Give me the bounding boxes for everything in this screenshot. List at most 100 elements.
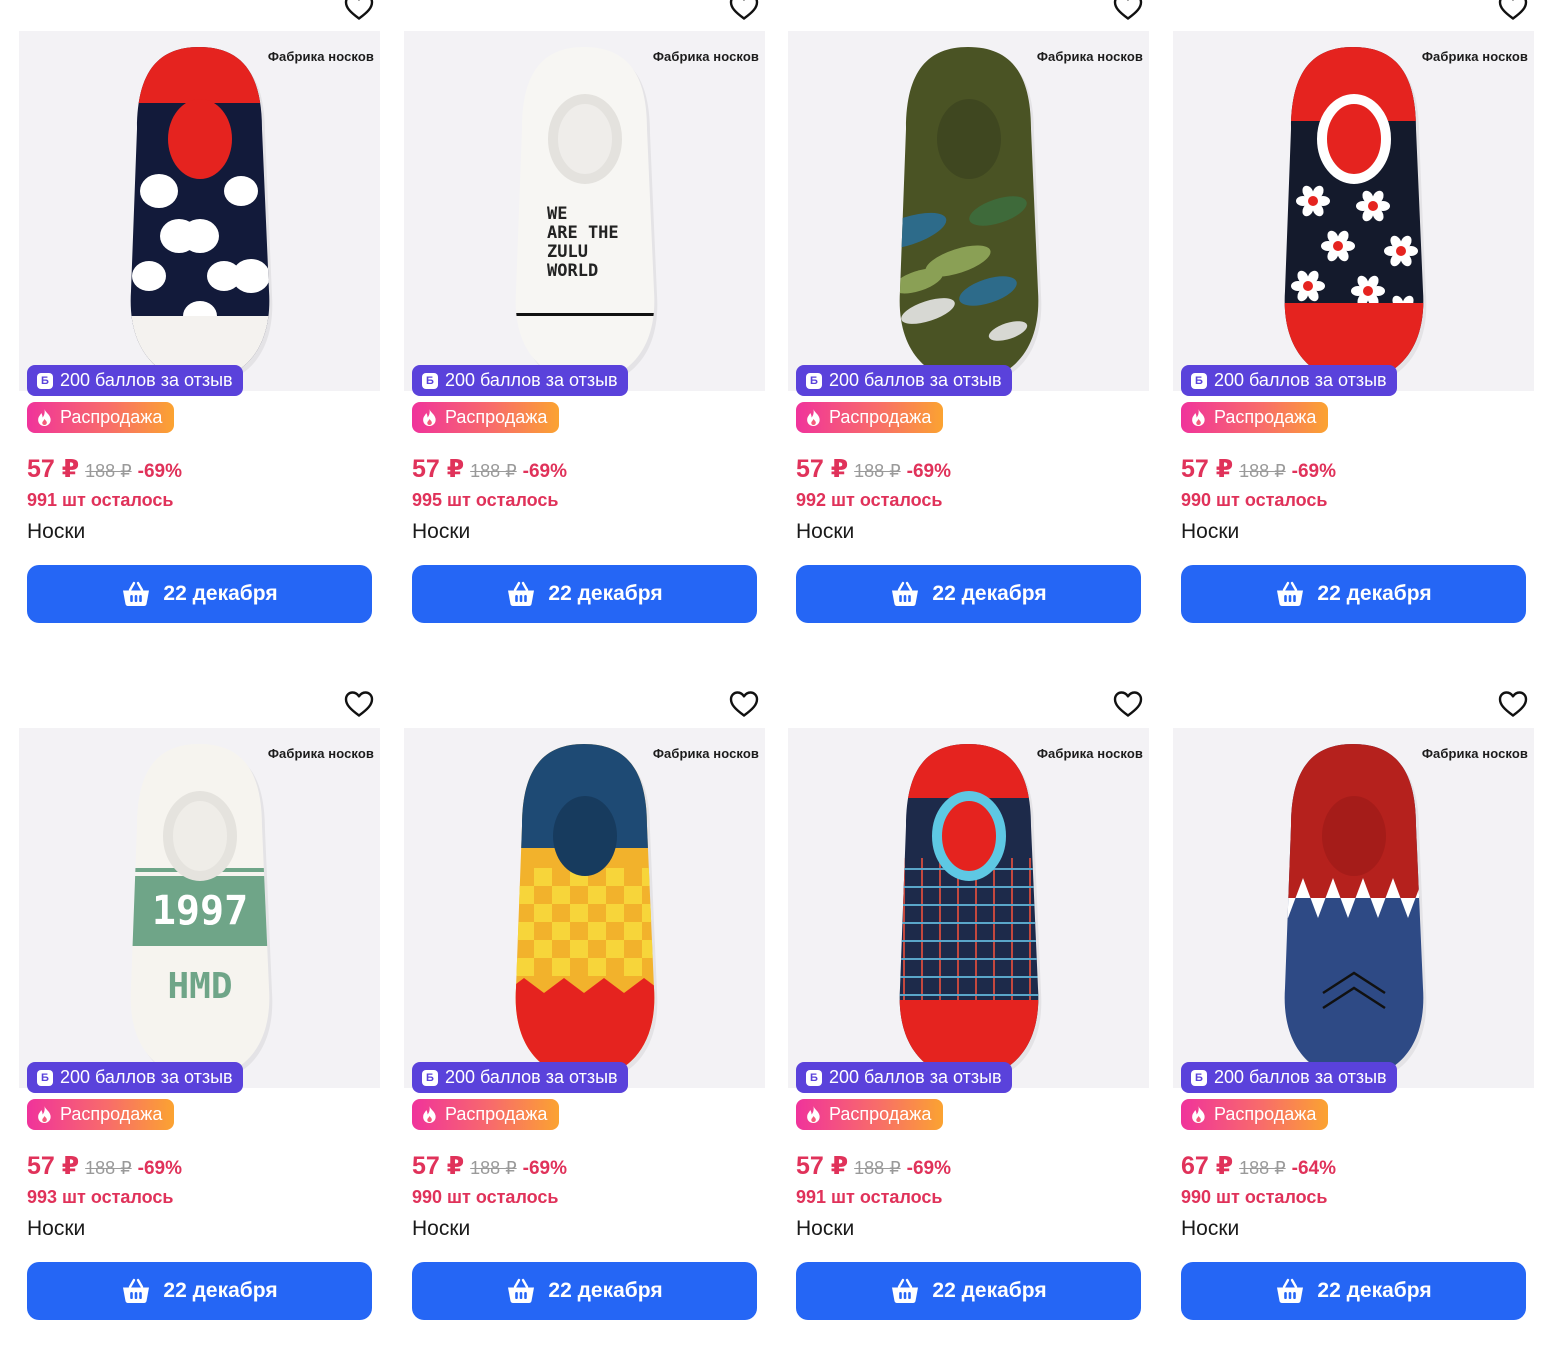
- b-coin-icon: Б: [422, 372, 438, 389]
- product-title[interactable]: Носки: [27, 1217, 85, 1241]
- brand-watermark: Фабрика носков: [267, 746, 374, 761]
- stock-left: 991 шт осталось: [796, 1187, 943, 1207]
- product-image[interactable]: Фабрика носков: [404, 728, 765, 1088]
- product-image[interactable]: Фабрика носков: [1173, 728, 1534, 1088]
- old-price: 188 ₽: [470, 461, 517, 481]
- sale-badge: Распродажа: [1181, 1099, 1329, 1130]
- sock-print-text: ZULU: [547, 242, 588, 262]
- add-to-cart-button[interactable]: 22 декабря: [412, 1262, 757, 1320]
- sock-image: WEARE THEZULUWORLD: [515, 47, 658, 385]
- fire-icon: [807, 1106, 820, 1123]
- sale-label: Распродажа: [1214, 407, 1317, 427]
- heart-icon[interactable]: [1112, 0, 1144, 23]
- discount: -69%: [522, 461, 568, 482]
- fire-icon: [38, 1106, 51, 1123]
- brand-watermark: Фабрика носков: [1421, 49, 1528, 64]
- basket-icon: [892, 581, 919, 606]
- bonus-badge: Б 200 баллов за отзыв: [796, 365, 1012, 396]
- basket-icon: [1277, 1278, 1304, 1303]
- delivery-date: 22 декабря: [163, 582, 278, 605]
- add-to-cart-button[interactable]: 22 декабря: [1181, 1262, 1526, 1320]
- product-title[interactable]: Носки: [796, 1217, 854, 1241]
- old-price: 188 ₽: [85, 1158, 132, 1178]
- fire-icon: [1192, 409, 1205, 426]
- price-row: 67 ₽ 188 ₽ -64%: [1181, 1151, 1336, 1181]
- b-coin-icon: Б: [806, 372, 822, 389]
- sock-image: [1284, 744, 1427, 1082]
- fire-icon: [1192, 1106, 1205, 1123]
- current-price: 57 ₽: [1181, 455, 1234, 483]
- product-image[interactable]: Фабрика носков: [1173, 31, 1534, 391]
- sock-image: [130, 47, 273, 385]
- product-image[interactable]: WE ARE THE ZULU WORLD Фабрика носков: [404, 31, 765, 391]
- product-image[interactable]: Фабрика носков: [788, 31, 1149, 391]
- basket-icon: [123, 581, 150, 606]
- sock-image: [515, 744, 658, 1082]
- product-title[interactable]: Носки: [1181, 520, 1239, 544]
- sale-badge: Распродажа: [412, 402, 560, 433]
- stock-left: 992 шт осталось: [796, 490, 943, 510]
- heart-icon[interactable]: [728, 0, 760, 23]
- sock-image: [899, 47, 1042, 385]
- heart-icon[interactable]: [1112, 688, 1144, 720]
- add-to-cart-button[interactable]: 22 декабря: [796, 1262, 1141, 1320]
- stock-left: 990 шт осталось: [1181, 490, 1328, 510]
- current-price: 57 ₽: [412, 455, 465, 483]
- sale-label: Распродажа: [829, 407, 932, 427]
- delivery-date: 22 декабря: [548, 1279, 663, 1302]
- discount: -69%: [1291, 461, 1337, 482]
- discount: -69%: [906, 461, 952, 482]
- bonus-label: 200 баллов за отзыв: [829, 1067, 1002, 1087]
- delivery-date: 22 декабря: [932, 582, 1047, 605]
- delivery-date: 22 декабря: [932, 1279, 1047, 1302]
- product-image[interactable]: Фабрика носков: [19, 31, 380, 391]
- product-image[interactable]: Фабрика носков: [788, 728, 1149, 1088]
- heart-icon[interactable]: [343, 0, 375, 23]
- old-price: 188 ₽: [854, 1158, 901, 1178]
- b-coin-icon: Б: [37, 372, 53, 389]
- fire-icon: [423, 409, 436, 426]
- old-price: 188 ₽: [1239, 461, 1286, 481]
- bonus-label: 200 баллов за отзыв: [445, 1067, 618, 1087]
- sock-print-text: ARE THE: [547, 223, 619, 243]
- discount: -69%: [137, 1158, 183, 1179]
- old-price: 188 ₽: [854, 461, 901, 481]
- add-to-cart-button[interactable]: 22 декабря: [796, 565, 1141, 623]
- product-title[interactable]: Носки: [796, 520, 854, 544]
- sale-badge: Распродажа: [27, 1099, 175, 1130]
- sock-image: [899, 744, 1042, 1082]
- bonus-badge: Б 200 баллов за отзыв: [1181, 1062, 1397, 1093]
- product-image[interactable]: 1997 HMD Фабрика носков: [19, 728, 380, 1088]
- product-title[interactable]: Носки: [27, 520, 85, 544]
- stock-left: 993 шт осталось: [27, 1187, 174, 1207]
- sock-print-text: HMD: [167, 966, 232, 1007]
- price-row: 57 ₽ 188 ₽ -69%: [412, 454, 567, 484]
- bonus-label: 200 баллов за отзыв: [829, 370, 1002, 390]
- add-to-cart-button[interactable]: 22 декабря: [27, 1262, 372, 1320]
- b-coin-icon: Б: [422, 1069, 438, 1086]
- heart-icon[interactable]: [1497, 688, 1529, 720]
- brand-watermark: Фабрика носков: [1036, 49, 1143, 64]
- heart-icon[interactable]: [343, 688, 375, 720]
- product-title[interactable]: Носки: [412, 1217, 470, 1241]
- sale-badge: Распродажа: [796, 1099, 944, 1130]
- product-title[interactable]: Носки: [412, 520, 470, 544]
- sale-badge: Распродажа: [1181, 402, 1329, 433]
- basket-icon: [123, 1278, 150, 1303]
- add-to-cart-button[interactable]: 22 декабря: [27, 565, 372, 623]
- bonus-label: 200 баллов за отзыв: [60, 1067, 233, 1087]
- discount: -64%: [1291, 1158, 1337, 1179]
- heart-icon[interactable]: [1497, 0, 1529, 23]
- add-to-cart-button[interactable]: 22 декабря: [412, 565, 757, 623]
- bonus-label: 200 баллов за отзыв: [1214, 370, 1387, 390]
- sale-badge: Распродажа: [27, 402, 175, 433]
- add-to-cart-button[interactable]: 22 декабря: [1181, 565, 1526, 623]
- heart-icon[interactable]: [728, 688, 760, 720]
- sale-label: Распродажа: [60, 407, 163, 427]
- old-price: 188 ₽: [470, 1158, 517, 1178]
- price-row: 57 ₽ 188 ₽ -69%: [27, 1151, 182, 1181]
- price-row: 57 ₽ 188 ₽ -69%: [796, 454, 951, 484]
- current-price: 57 ₽: [27, 1152, 80, 1180]
- product-title[interactable]: Носки: [1181, 1217, 1239, 1241]
- sale-badge: Распродажа: [412, 1099, 560, 1130]
